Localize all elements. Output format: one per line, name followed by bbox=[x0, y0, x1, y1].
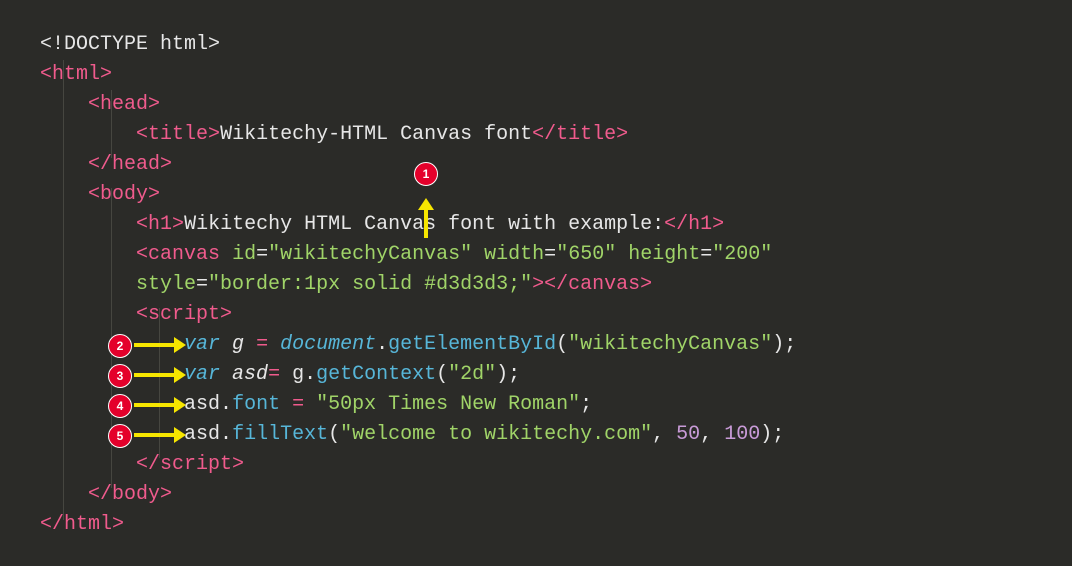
annotation-badge-3: 3 bbox=[108, 364, 132, 388]
code-line: var asd= g.getContext("2d"); bbox=[40, 360, 1032, 390]
code-line: <title>Wikitechy-HTML Canvas font</title… bbox=[40, 120, 1032, 150]
arrow-right-icon bbox=[134, 373, 174, 377]
code-line: <head> bbox=[40, 90, 1032, 120]
title-text: Wikitechy-HTML Canvas font bbox=[220, 123, 532, 146]
code-line: asd.fillText("welcome to wikitechy.com",… bbox=[40, 420, 1032, 450]
annotation-badge-5: 5 bbox=[108, 424, 132, 448]
code-line: asd.font = "50px Times New Roman"; bbox=[40, 390, 1032, 420]
annotation-badge-4: 4 bbox=[108, 394, 132, 418]
indent-guide bbox=[63, 60, 64, 520]
code-line: <canvas id="wikitechyCanvas" width="650"… bbox=[40, 240, 1032, 270]
code-line: </script> bbox=[40, 450, 1032, 480]
arrow-right-icon bbox=[134, 433, 174, 437]
code-line: <h1>Wikitechy HTML Canvas font with exam… bbox=[40, 210, 1032, 240]
arrow-right-icon bbox=[134, 403, 174, 407]
code-line: <body> bbox=[40, 180, 1032, 210]
annotation-badge-2: 2 bbox=[108, 334, 132, 358]
code-line: </head> bbox=[40, 150, 1032, 180]
indent-guide bbox=[111, 90, 112, 158]
code-line: <html> bbox=[40, 60, 1032, 90]
code-editor: <!DOCTYPE html> <html> <head> <title>Wik… bbox=[0, 0, 1072, 566]
arrow-up-icon bbox=[424, 210, 428, 238]
code-line: <!DOCTYPE html> bbox=[40, 30, 1032, 60]
code-line: </html> bbox=[40, 510, 1032, 540]
annotation-badge-1: 1 bbox=[414, 162, 438, 186]
doctype-text: <!DOCTYPE html> bbox=[40, 33, 220, 56]
code-line: var g = document.getElementById("wikitec… bbox=[40, 330, 1032, 360]
arrow-right-icon bbox=[134, 343, 174, 347]
code-line: style="border:1px solid #d3d3d3;"></canv… bbox=[40, 270, 1032, 300]
code-line: <script> bbox=[40, 300, 1032, 330]
code-line: </body> bbox=[40, 480, 1032, 510]
